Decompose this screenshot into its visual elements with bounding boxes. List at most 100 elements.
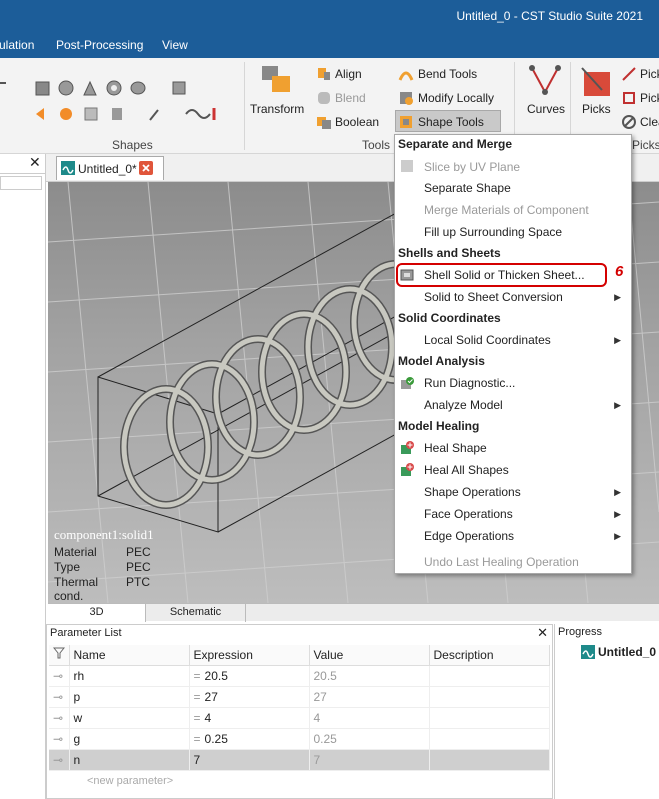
tab-schematic[interactable]: Schematic bbox=[146, 604, 246, 622]
pick-button-2[interactable]: Pick bbox=[640, 91, 659, 105]
param-description[interactable] bbox=[429, 665, 550, 687]
param-name[interactable]: p bbox=[69, 686, 190, 708]
heal-shape-icon bbox=[401, 441, 414, 454]
parameter-list-panel: Parameter List ✕ Name Expression Value D… bbox=[46, 624, 553, 799]
parameter-list-title: Parameter List bbox=[50, 627, 122, 639]
curves-button[interactable]: Curves bbox=[527, 102, 565, 116]
menu-view[interactable]: View bbox=[162, 38, 188, 52]
menu-heal-all[interactable]: Heal All Shapes bbox=[424, 463, 509, 477]
table-row[interactable]: ⊸ p = 27 27 bbox=[49, 686, 550, 708]
row-handle-icon: ⊸ bbox=[49, 707, 70, 729]
menu-local-solid-coords[interactable]: Local Solid Coordinates bbox=[424, 333, 551, 347]
param-value: 20.5 bbox=[309, 665, 430, 687]
submenu-arrow-icon: ▶ bbox=[614, 531, 621, 541]
prop-value-type: PEC bbox=[126, 560, 151, 574]
menu-fill-up[interactable]: Fill up Surrounding Space bbox=[424, 225, 562, 239]
bend-tools-button[interactable]: Bend Tools bbox=[418, 67, 477, 81]
slice-icon bbox=[401, 160, 413, 172]
table-row[interactable]: ⊸ w = 4 4 bbox=[49, 707, 550, 729]
pick-button-1[interactable]: Pick bbox=[640, 67, 659, 81]
menu-separate-shape[interactable]: Separate Shape bbox=[424, 181, 511, 195]
col-value[interactable]: Value bbox=[309, 645, 430, 666]
view-tab-bar: 3D Schematic bbox=[48, 603, 659, 622]
table-row[interactable]: ⊸ n 7 7 bbox=[49, 749, 550, 771]
menu-undo-healing[interactable]: Undo Last Healing Operation bbox=[424, 555, 579, 569]
param-name[interactable]: rh bbox=[69, 665, 190, 687]
boolean-icon bbox=[317, 117, 331, 129]
curves-icon[interactable] bbox=[528, 64, 562, 98]
menu-analyze-model[interactable]: Analyze Model bbox=[424, 398, 503, 412]
progress-item[interactable]: Untitled_0 bbox=[598, 645, 656, 659]
shape-tools-dropdown: Separate and Merge Slice by UV Plane Sep… bbox=[394, 134, 632, 574]
prop-value-thermal: PTC bbox=[126, 575, 150, 589]
modify-locally-icon bbox=[400, 92, 413, 105]
progress-title: Progress bbox=[558, 626, 603, 638]
blend-button[interactable]: Blend bbox=[335, 91, 366, 105]
shapes-tools-icons[interactable] bbox=[0, 68, 250, 128]
component-name: component1:solid1 bbox=[54, 527, 154, 542]
shapes-group-label: Shapes bbox=[112, 138, 153, 152]
param-value: 0.25 bbox=[309, 728, 430, 750]
param-name[interactable]: w bbox=[69, 707, 190, 729]
param-name[interactable]: n bbox=[69, 749, 190, 771]
menu-slice-uv[interactable]: Slice by UV Plane bbox=[424, 160, 520, 174]
submenu-arrow-icon: ▶ bbox=[614, 487, 621, 497]
menu-heal-shape[interactable]: Heal Shape bbox=[424, 441, 487, 455]
pick-edge-icon bbox=[623, 92, 635, 104]
filter-icon[interactable] bbox=[49, 645, 70, 666]
menu-run-diagnostic[interactable]: Run Diagnostic... bbox=[424, 376, 515, 390]
col-expression[interactable]: Expression bbox=[189, 645, 310, 666]
align-icon bbox=[318, 68, 330, 80]
tab-close-icon[interactable] bbox=[139, 161, 153, 175]
param-expression: 27 bbox=[204, 689, 218, 704]
section-separate-merge: Separate and Merge bbox=[398, 137, 513, 151]
menu-solid-to-sheet[interactable]: Solid to Sheet Conversion bbox=[424, 290, 563, 304]
submenu-arrow-icon: ▶ bbox=[614, 400, 621, 410]
cst-document-icon bbox=[581, 645, 595, 659]
section-model-healing: Model Healing bbox=[398, 419, 480, 433]
table-row[interactable]: ⊸ g = 0.25 0.25 bbox=[49, 728, 550, 750]
picks-icon[interactable] bbox=[580, 64, 614, 98]
menu-simulation[interactable]: ulation bbox=[0, 38, 34, 52]
param-description[interactable] bbox=[429, 728, 550, 750]
row-handle-icon: ⊸ bbox=[49, 728, 70, 750]
cst-document-icon bbox=[61, 161, 75, 175]
align-button[interactable]: Align bbox=[335, 67, 362, 81]
modify-locally-button[interactable]: Modify Locally bbox=[418, 91, 494, 105]
tools-group-label: Tools bbox=[362, 138, 391, 152]
clear-picks-button[interactable]: Clea bbox=[640, 115, 659, 129]
pick-point-icon bbox=[622, 67, 636, 81]
picks-button[interactable]: Picks bbox=[582, 102, 611, 116]
transform-button[interactable]: Transform bbox=[250, 102, 304, 116]
transform-icon[interactable] bbox=[260, 64, 294, 96]
clear-picks-icon bbox=[622, 115, 636, 129]
parameter-table: Name Expression Value Description ⊸ rh =… bbox=[49, 645, 550, 771]
navigation-tree-panel[interactable]: ✕ bbox=[0, 154, 46, 799]
tab-untitled-0[interactable]: Untitled_0* bbox=[56, 156, 164, 180]
blend-icon bbox=[318, 92, 330, 104]
col-description[interactable]: Description bbox=[429, 645, 550, 666]
menu-post-processing[interactable]: Post-Processing bbox=[56, 38, 143, 52]
shape-tools-button[interactable]: Shape Tools bbox=[418, 115, 484, 129]
menu-merge-materials[interactable]: Merge Materials of Component bbox=[424, 203, 589, 217]
window-title: Untitled_0 - CST Studio Suite 2021 bbox=[456, 9, 643, 23]
tab-3d[interactable]: 3D bbox=[48, 604, 146, 622]
table-row[interactable]: ⊸ rh = 20.5 20.5 bbox=[49, 665, 550, 687]
boolean-button[interactable]: Boolean bbox=[335, 115, 379, 129]
menu-shape-operations[interactable]: Shape Operations bbox=[424, 485, 521, 499]
tab-label: Untitled_0* bbox=[78, 162, 137, 176]
col-name[interactable]: Name bbox=[69, 645, 190, 666]
close-icon[interactable]: ✕ bbox=[29, 154, 41, 171]
close-icon[interactable]: ✕ bbox=[537, 625, 548, 641]
param-name[interactable]: g bbox=[69, 728, 190, 750]
menu-edge-operations[interactable]: Edge Operations bbox=[424, 529, 514, 543]
param-value: 27 bbox=[309, 686, 430, 708]
param-description[interactable] bbox=[429, 686, 550, 708]
new-parameter-row[interactable]: <new parameter> bbox=[87, 775, 173, 787]
param-value: 7 bbox=[309, 749, 430, 771]
progress-panel: Progress Untitled_0 bbox=[554, 624, 659, 799]
param-description[interactable] bbox=[429, 707, 550, 729]
run-diagnostic-icon bbox=[401, 377, 414, 389]
param-description[interactable] bbox=[429, 749, 550, 771]
menu-face-operations[interactable]: Face Operations bbox=[424, 507, 513, 521]
